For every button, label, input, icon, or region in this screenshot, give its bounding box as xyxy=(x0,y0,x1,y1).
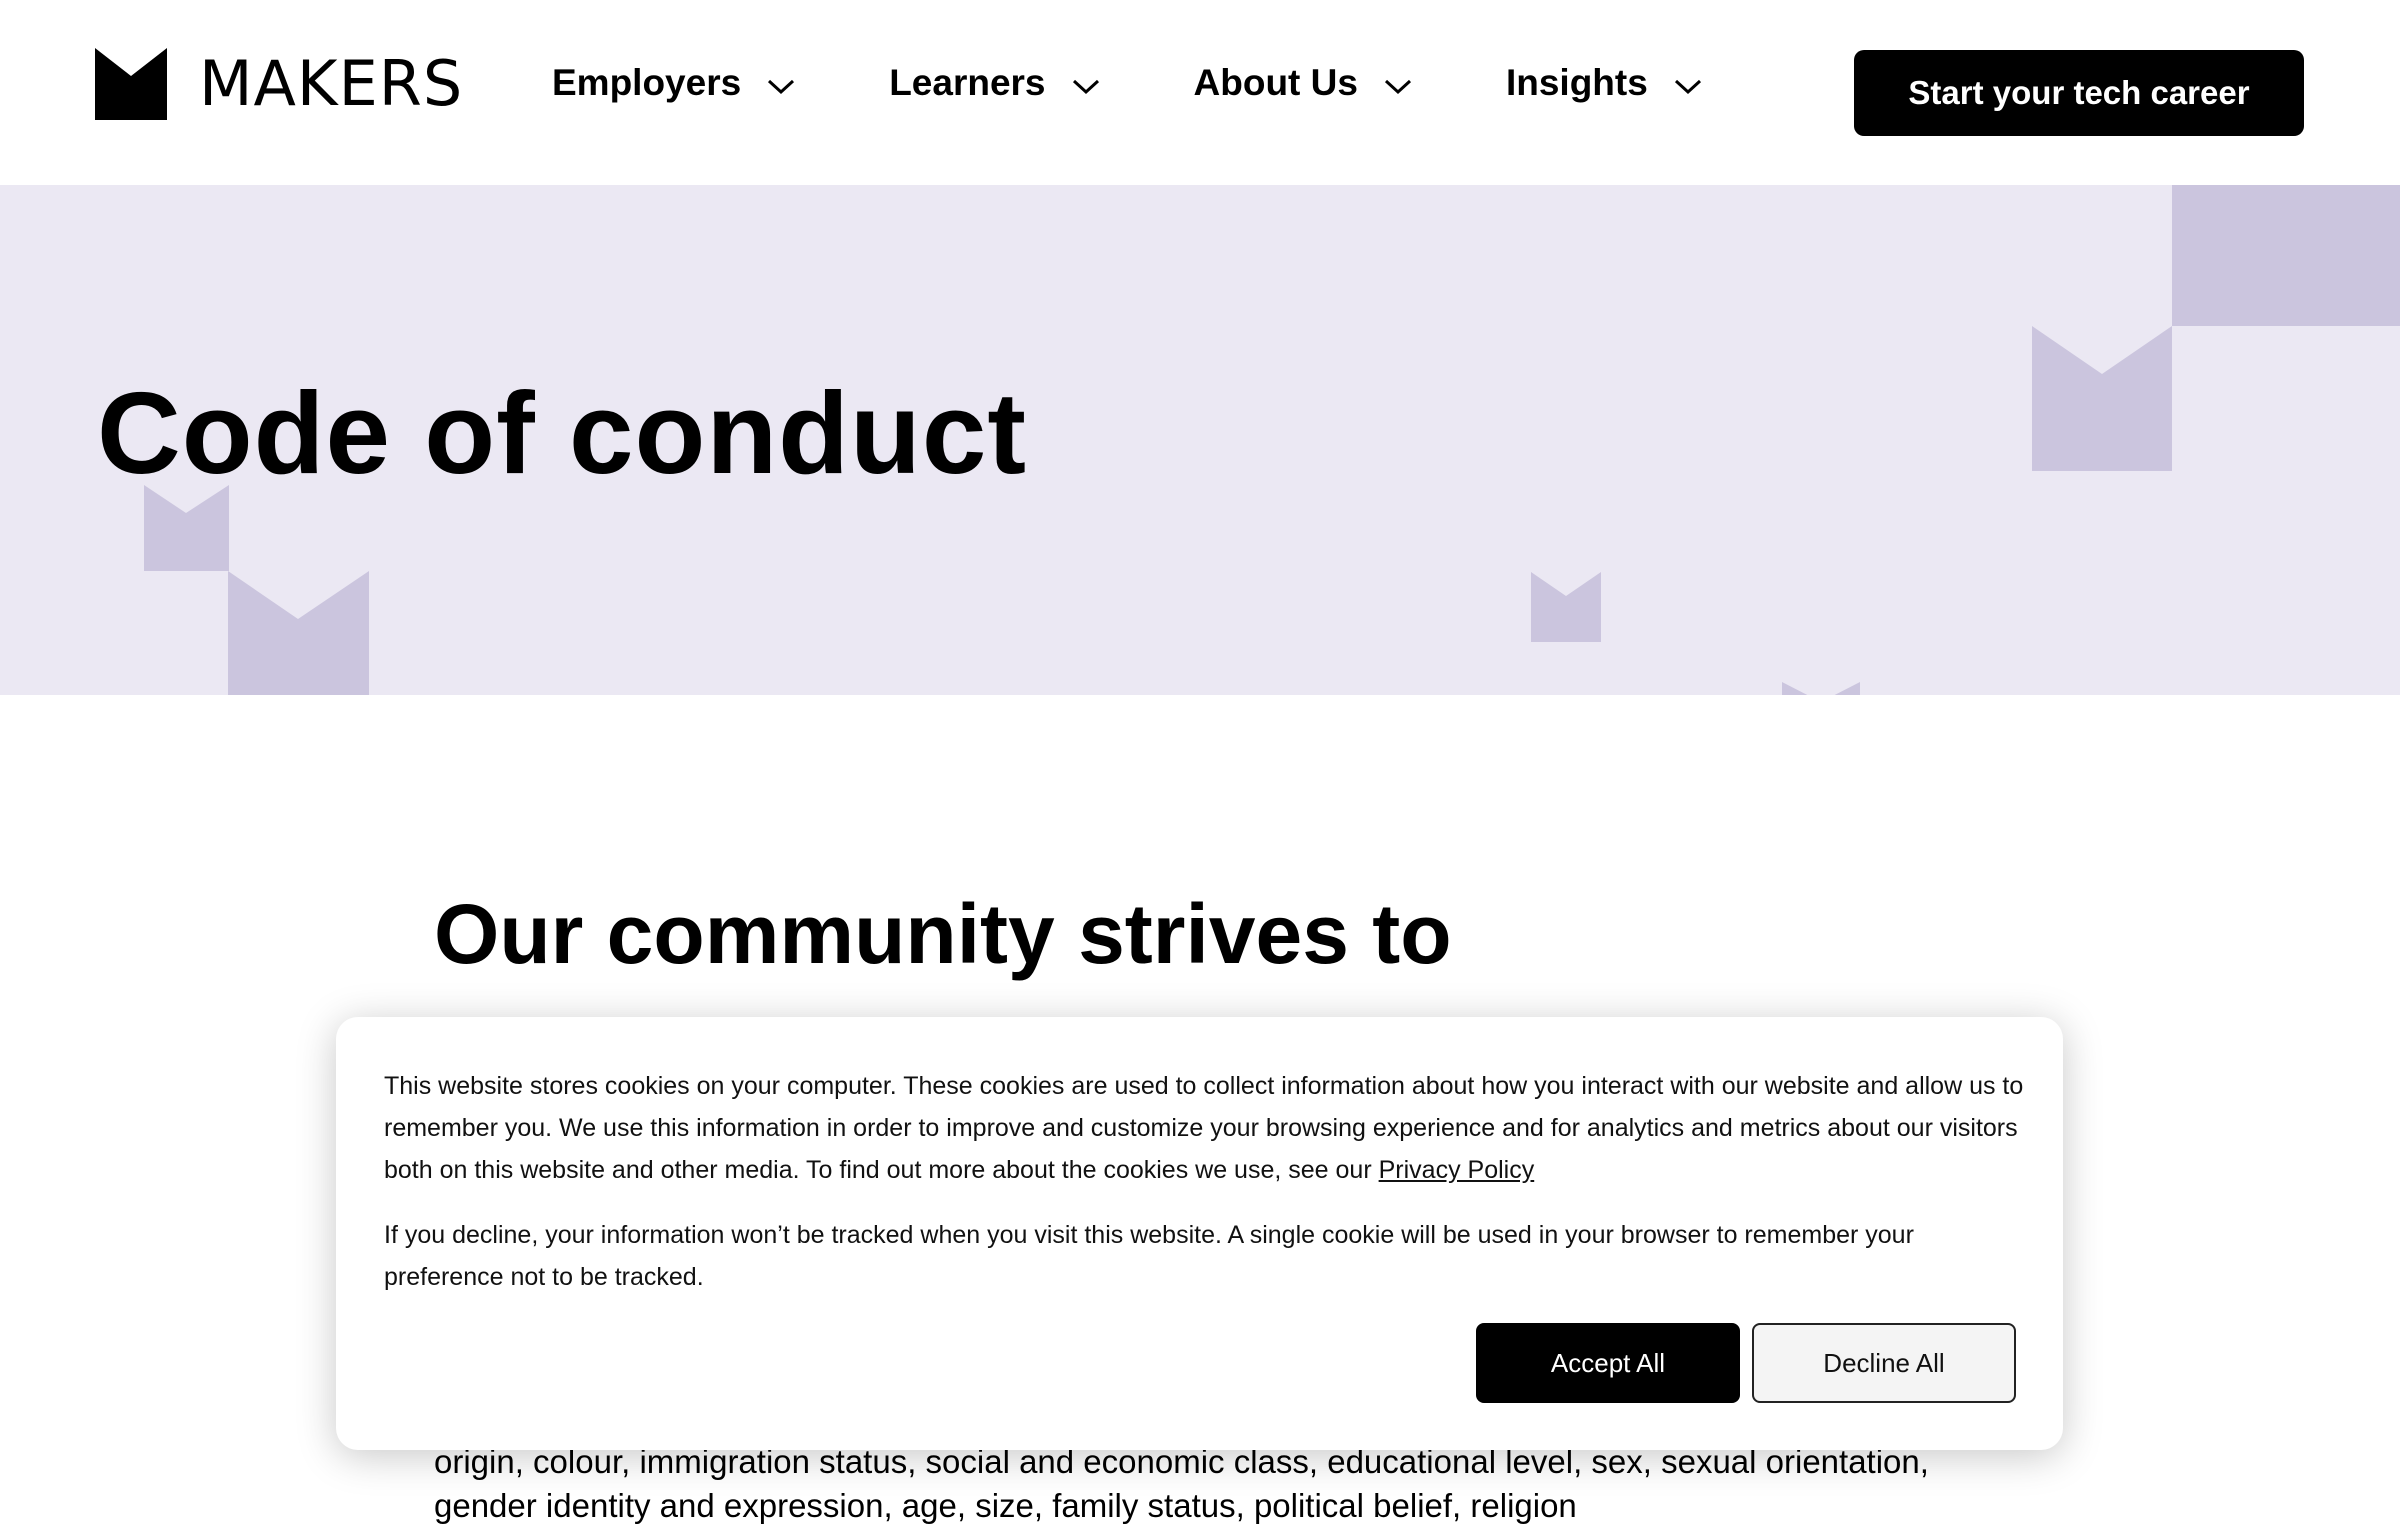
privacy-policy-link[interactable]: Privacy Policy xyxy=(1379,1156,1535,1184)
logo-wordmark: MAKERS xyxy=(199,47,464,120)
nav-item-about-us[interactable]: About Us xyxy=(1194,62,1412,104)
decorative-m-shape xyxy=(1531,572,1601,642)
main-nav: Employers Learners About Us Insights xyxy=(552,62,1702,104)
chevron-down-icon xyxy=(768,79,795,95)
accept-all-button[interactable]: Accept All xyxy=(1476,1323,1740,1403)
nav-label: Learners xyxy=(889,62,1046,103)
cookie-info-sentence: This website stores cookies on your comp… xyxy=(384,1072,2024,1184)
nav-label: Insights xyxy=(1505,62,1648,103)
cookie-info-text: This website stores cookies on your comp… xyxy=(384,1065,2024,1191)
nav-item-insights[interactable]: Insights xyxy=(1506,62,1702,104)
decorative-m-shape xyxy=(1782,682,1860,695)
cookie-consent-banner: This website stores cookies on your comp… xyxy=(336,1017,2063,1450)
cookie-decline-text: If you decline, your information won’t b… xyxy=(384,1221,1914,1291)
decorative-m-shape xyxy=(228,571,369,695)
nav-item-learners[interactable]: Learners xyxy=(889,62,1099,104)
chevron-down-icon xyxy=(1384,79,1411,95)
chevron-down-icon xyxy=(1674,79,1701,95)
decline-all-button[interactable]: Decline All xyxy=(1752,1323,2016,1403)
chevron-down-icon xyxy=(1072,79,1099,95)
nav-label: About Us xyxy=(1193,62,1358,103)
decorative-m-shape xyxy=(2032,326,2172,471)
decorative-m-shape xyxy=(2172,185,2400,326)
body-paragraph: origin, colour, immigration status, soci… xyxy=(434,1443,1929,1524)
site-header: MAKERS Employers Learners About Us Insig… xyxy=(0,0,2400,185)
makers-m-icon xyxy=(95,48,167,120)
start-tech-career-button[interactable]: Start your tech career xyxy=(1854,50,2304,136)
hero-banner: Code of conduct xyxy=(0,185,2400,695)
makers-logo[interactable]: MAKERS xyxy=(95,48,463,120)
page-title: Code of conduct xyxy=(97,368,1028,498)
nav-item-employers[interactable]: Employers xyxy=(552,62,795,104)
nav-label: Employers xyxy=(552,62,742,103)
section-heading: Our community strives to xyxy=(434,887,1452,981)
